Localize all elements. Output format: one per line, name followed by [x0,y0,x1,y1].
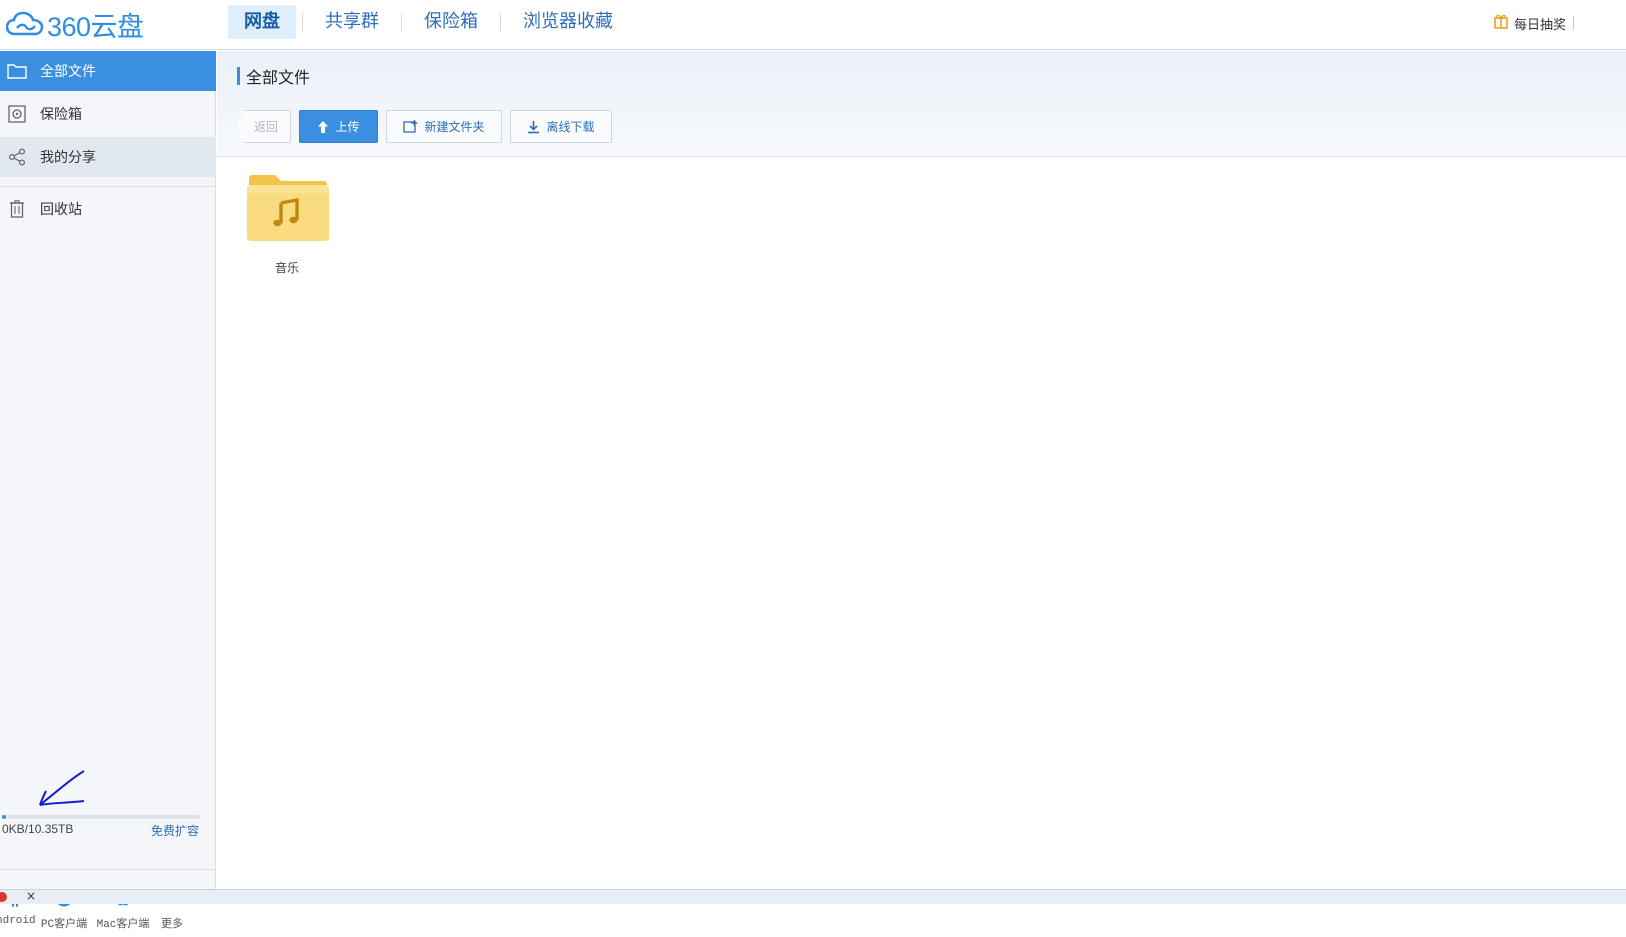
offline-download-button-label: 离线下载 [546,120,595,134]
breadcrumb-marker [237,67,240,85]
trash-icon [6,198,28,220]
new-folder-button[interactable]: 新建文件夹 [386,110,502,143]
sidebar-item-label: 全部文件 [40,64,96,80]
file-item[interactable]: 音乐 [245,173,329,276]
nav-divider [500,13,501,31]
client-label: ndroid [0,915,36,927]
free-expand-link[interactable]: 免费扩容 [151,822,199,839]
close-icon[interactable]: × [26,889,36,903]
bottom-status-bar: × [0,889,1626,904]
download-icon [527,120,540,134]
sidebar: 全部文件 保险箱 我的分享 回收站 0KB/10.35TB 免费扩容 droid… [0,51,216,931]
folder-icon [6,60,28,82]
upload-button[interactable]: 上传 [299,110,378,143]
main-header: 全部文件 返回 上传 新建文件夹 离线下载 [217,51,1626,157]
nav-divider [401,13,402,31]
page-title: 全部文件 [246,68,311,87]
new-folder-icon [403,120,418,133]
nav-tab-netdisk[interactable]: 网盘 [228,5,296,39]
daily-lottery-link[interactable]: 每日抽奖 [1494,13,1566,33]
file-toolbar: 返回 上传 新建文件夹 离线下载 [235,110,620,143]
upload-button-label: 上传 [335,120,360,134]
annotation-arrow-icon [36,769,88,813]
back-button-label: 返回 [253,120,278,134]
daily-lottery-label: 每日抽奖 [1513,17,1566,33]
storage-usage-bar [2,815,200,819]
sidebar-item-all-files[interactable]: 全部文件 [0,51,216,91]
nav-divider [302,13,303,31]
sidebar-item-label: 回收站 [40,202,82,218]
client-label: Mac客户端 [96,919,150,931]
upload-arrow-icon [317,120,329,134]
sidebar-divider [0,186,216,187]
share-icon [6,146,28,168]
back-button[interactable]: 返回 [235,110,291,143]
main-nav: 网盘 共享群 保险箱 浏览器收藏 [228,5,629,39]
safe-icon [6,103,28,125]
file-name: 音乐 [274,261,299,275]
client-label: 更多 [161,919,183,931]
plugin-icon[interactable] [0,892,7,902]
nav-tab-safe-box[interactable]: 保险箱 [408,5,494,39]
clients-divider [0,869,216,870]
nav-tab-browser-favorites[interactable]: 浏览器收藏 [507,5,629,39]
new-folder-button-label: 新建文件夹 [424,120,485,134]
offline-download-button[interactable]: 离线下载 [510,110,612,143]
nav-tab-shared-groups[interactable]: 共享群 [309,5,395,39]
sidebar-item-recycle-bin[interactable]: 回收站 [0,189,216,229]
breadcrumb: 全部文件 [237,66,311,87]
sidebar-item-label: 保险箱 [40,107,82,123]
client-label: PC客户端 [40,919,88,931]
main-content: 全部文件 返回 上传 新建文件夹 离线下载 音乐 [217,51,1626,889]
sidebar-item-my-shares[interactable]: 我的分享 [0,137,216,177]
music-folder-icon [245,173,329,247]
gift-icon [1494,13,1508,33]
top-bar: 360云盘 网盘 共享群 保险箱 浏览器收藏 每日抽奖 [0,0,1626,50]
cloud-logo-icon [6,11,44,37]
top-right-divider [1573,16,1574,30]
storage-usage-text: 0KB/10.35TB [2,822,74,836]
sidebar-item-safe-box[interactable]: 保险箱 [0,94,216,134]
storage-usage-fill [2,815,6,819]
sidebar-item-label: 我的分享 [40,150,96,166]
logo[interactable]: 360云盘 [6,6,144,42]
logo-text: 360云盘 [47,11,144,42]
